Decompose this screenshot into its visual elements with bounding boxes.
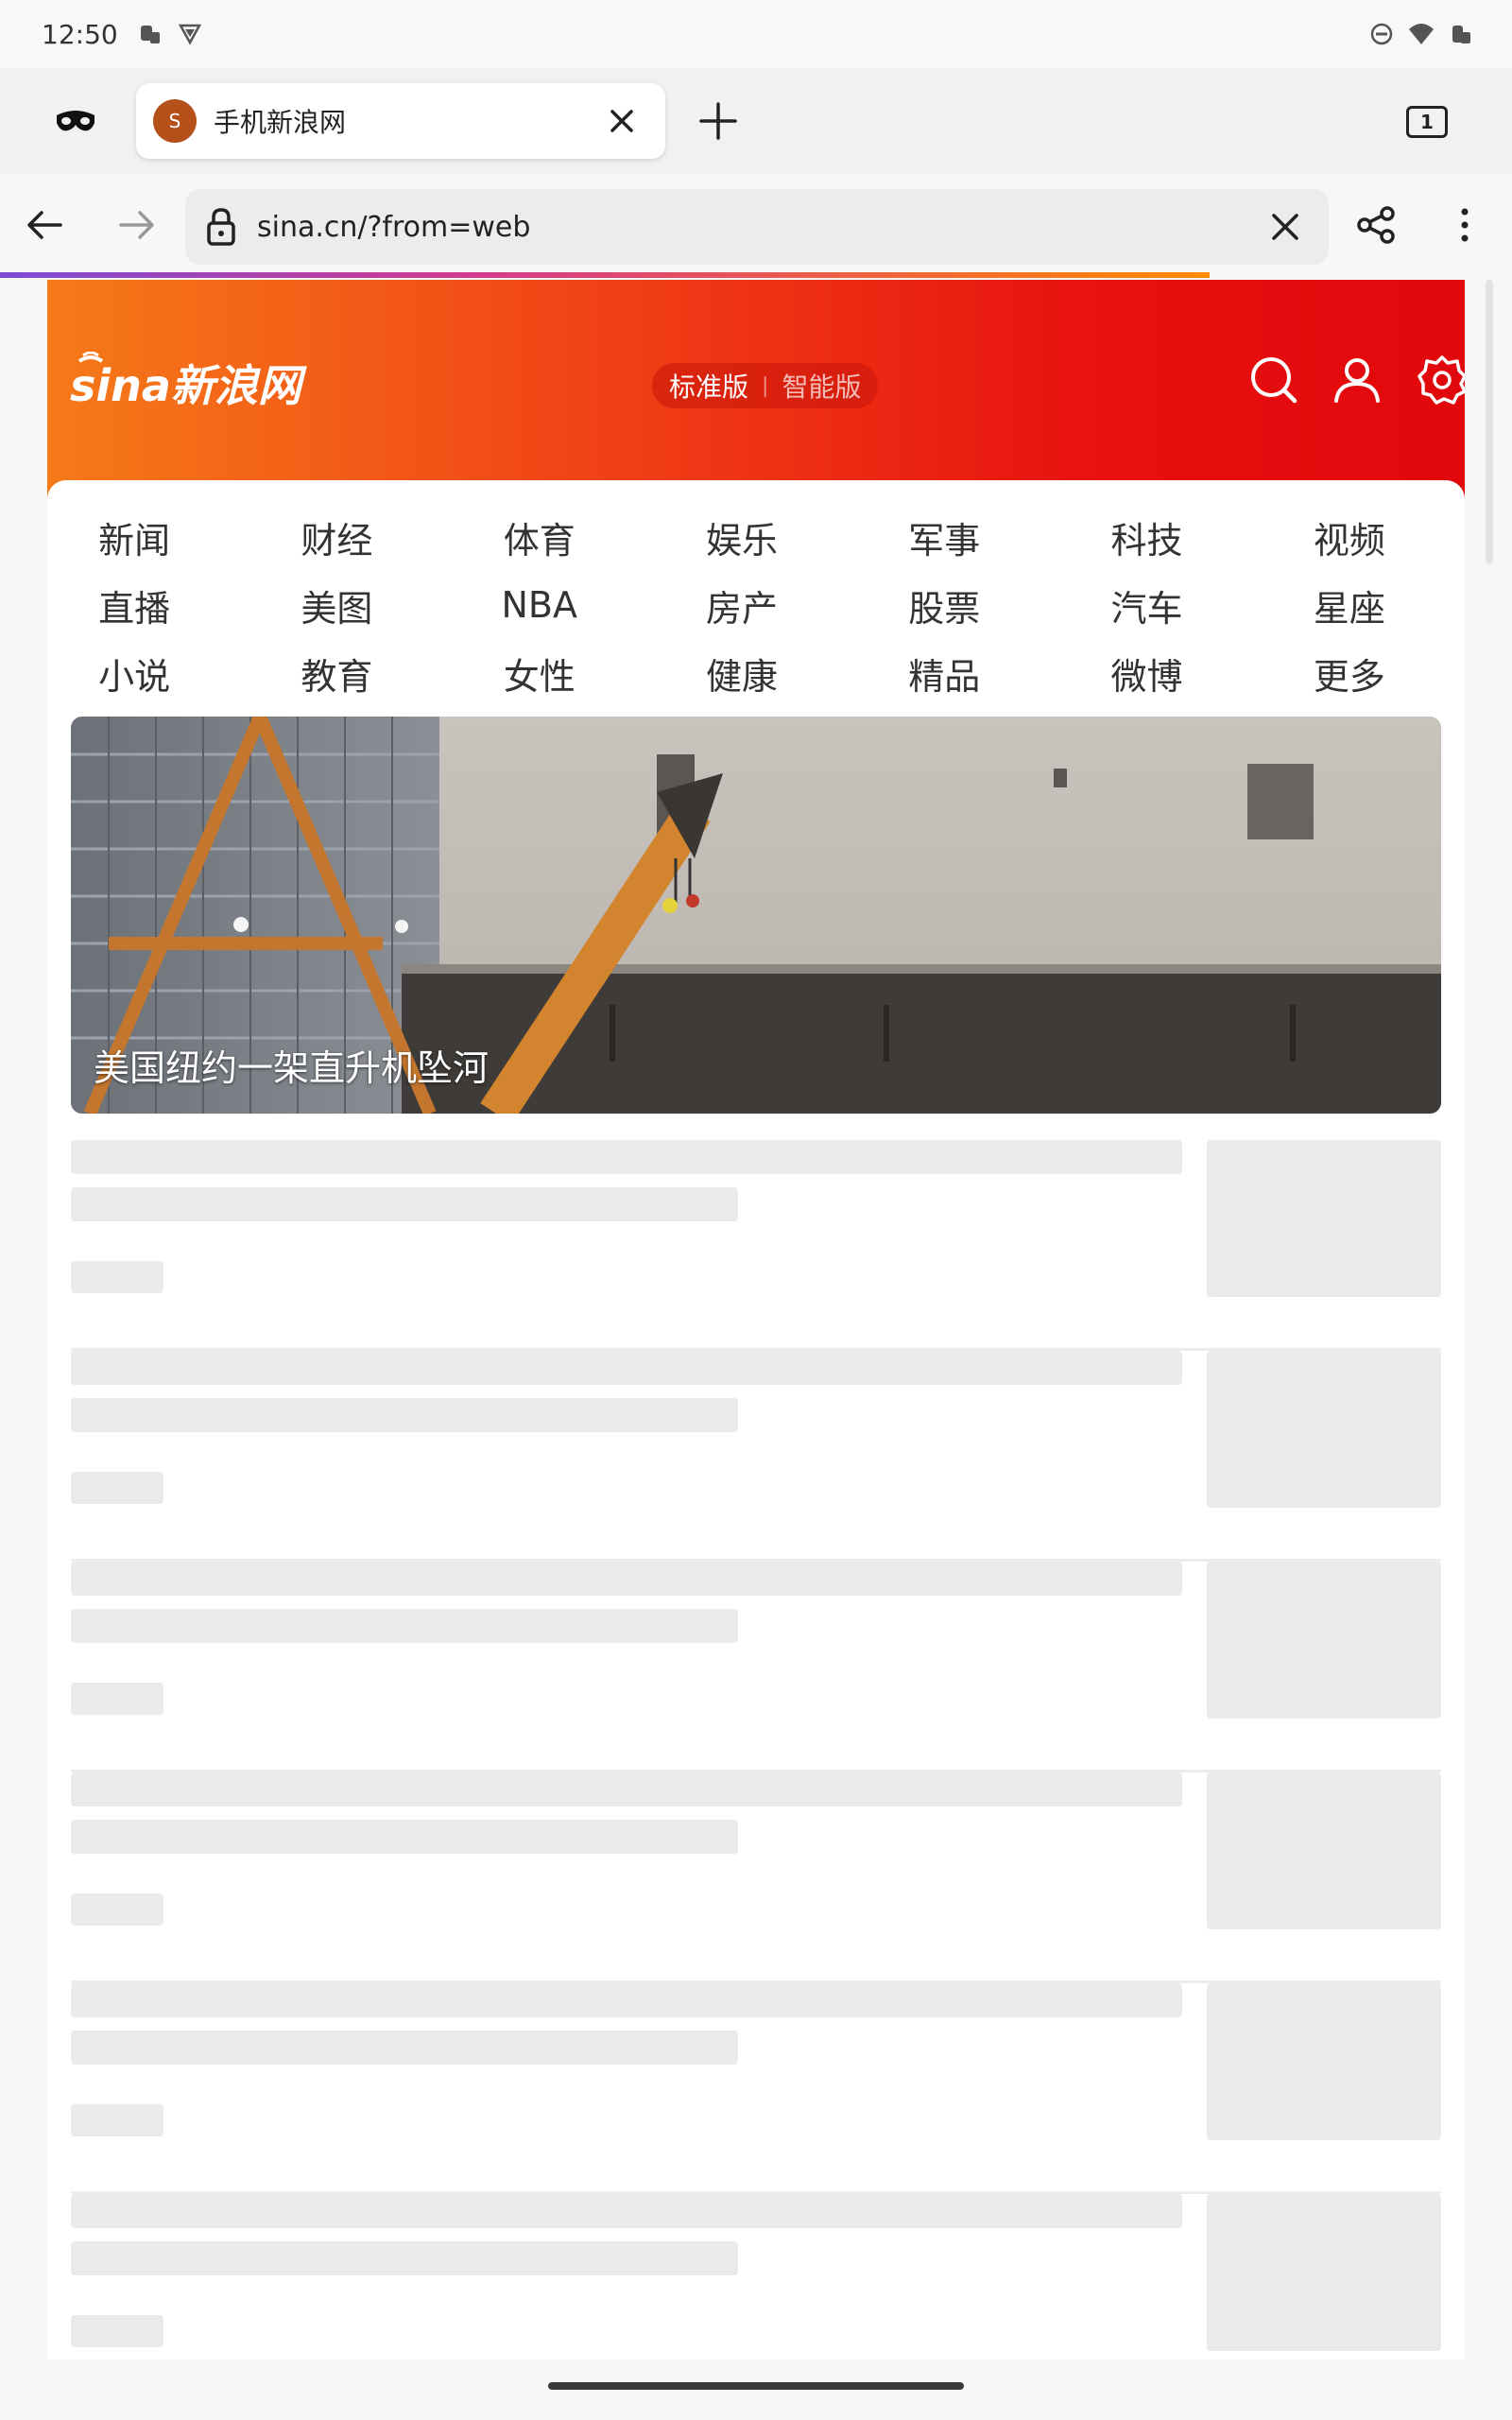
nav-item[interactable]: 美图: [249, 571, 452, 639]
tab-switcher-button[interactable]: 1: [1406, 106, 1448, 138]
home-gesture-handle[interactable]: [548, 2382, 964, 2390]
standard-version-tab[interactable]: 标准版: [669, 367, 748, 405]
news-item-placeholder: [71, 1983, 1441, 2194]
nav-item[interactable]: 房产: [655, 571, 857, 639]
skeleton-line2: [71, 1187, 738, 1221]
nav-item[interactable]: 微博: [1059, 639, 1262, 707]
skeleton-line2: [71, 2241, 738, 2275]
settings-gear-icon[interactable]: [1416, 354, 1465, 406]
skeleton-thumb: [1207, 1562, 1441, 1719]
nav-item[interactable]: 小说: [47, 639, 249, 707]
hero-caption[interactable]: 美国纽约一架直升机坠河: [94, 1039, 489, 1091]
skeleton-line1: [71, 1562, 1182, 1596]
skeleton-line2: [71, 2031, 738, 2065]
skeleton-thumb: [1207, 2194, 1441, 2351]
nav-item[interactable]: 更多: [1263, 639, 1465, 707]
skeleton-line1: [71, 1351, 1182, 1385]
nav-item[interactable]: 直播: [47, 571, 249, 639]
browser-toolbar: sina.cn/?from=web: [0, 174, 1512, 276]
tab-title: 手机新浪网: [214, 107, 347, 138]
skeleton-line2: [71, 1820, 738, 1854]
tab-active[interactable]: S 手机新浪网: [136, 83, 665, 159]
user-icon[interactable]: [1331, 354, 1383, 406]
nav-item[interactable]: 女性: [453, 639, 655, 707]
tab-close-icon[interactable]: [605, 104, 639, 138]
nav-item[interactable]: 科技: [1059, 503, 1262, 571]
skeleton-line1: [71, 2194, 1182, 2228]
lock-icon[interactable]: [202, 206, 240, 248]
hero-news-card[interactable]: 美国纽约一架直升机坠河: [71, 717, 1441, 1114]
skeleton-thumb: [1207, 1140, 1441, 1297]
notification-icon: [137, 21, 163, 47]
nav-item[interactable]: 娱乐: [655, 503, 857, 571]
news-item-placeholder: [71, 1351, 1441, 1562]
vpn-shield-icon: [177, 21, 203, 47]
skeleton-line1: [71, 1140, 1182, 1174]
webpage-content: sina新浪网 标准版 | 智能版 新闻 财经 体育 娱乐 军事 科技 视频直播 美图 NBA 房…: [47, 280, 1465, 2360]
skeleton-line2: [71, 1398, 738, 1432]
nav-item[interactable]: 星座: [1263, 571, 1465, 639]
do-not-disturb-icon: [1368, 21, 1395, 47]
nav-item[interactable]: 股票: [857, 571, 1059, 639]
news-item-placeholder: [71, 1140, 1441, 1351]
nav-item[interactable]: 军事: [857, 503, 1059, 571]
page-load-progress-bar: [0, 272, 1210, 278]
clear-url-icon[interactable]: [1266, 208, 1304, 246]
address-bar[interactable]: sina.cn/?from=web: [185, 189, 1329, 265]
skeleton-thumb: [1207, 1772, 1441, 1929]
skeleton-tag: [71, 1683, 163, 1715]
news-item-placeholder: [71, 1772, 1441, 1983]
skeleton-line1: [71, 1772, 1182, 1806]
nav-item[interactable]: 新闻: [47, 503, 249, 571]
version-separator: |: [762, 373, 769, 398]
nav-item[interactable]: 健康: [655, 639, 857, 707]
skeleton-thumb: [1207, 1983, 1441, 2140]
skeleton-thumb: [1207, 1351, 1441, 1508]
nav-item[interactable]: 汽车: [1059, 571, 1262, 639]
skeleton-line1: [71, 1983, 1182, 2017]
skeleton-tag: [71, 2315, 163, 2347]
new-tab-plus-icon[interactable]: [696, 98, 741, 144]
svg-text:sina新浪网: sina新浪网: [70, 360, 307, 411]
sina-logo[interactable]: sina新浪网: [70, 351, 316, 418]
news-item-placeholder: [71, 1562, 1441, 1772]
skeleton-tag: [71, 2104, 163, 2136]
site-favicon-icon: S: [153, 99, 197, 143]
tab-strip: S 手机新浪网 1: [0, 68, 1512, 174]
skeleton-line2: [71, 1609, 738, 1643]
status-time: 12:50: [42, 18, 118, 50]
nav-item[interactable]: 视频: [1263, 503, 1465, 571]
search-icon[interactable]: [1247, 354, 1300, 406]
share-icon[interactable]: [1353, 202, 1399, 248]
url-text[interactable]: sina.cn/?from=web: [257, 211, 530, 244]
category-nav: 新闻 财经 体育 娱乐 军事 科技 视频直播 美图 NBA 房产 股票 汽车 星座小说 教育 女性 健康 精品微…: [47, 480, 1465, 717]
skeleton-tag: [71, 1261, 163, 1293]
battery-icon: [1448, 21, 1474, 47]
back-arrow-icon[interactable]: [23, 202, 68, 248]
nav-item[interactable]: 教育: [249, 639, 452, 707]
skeleton-tag: [71, 1893, 163, 1926]
forward-arrow-icon[interactable]: [113, 202, 159, 248]
wifi-icon: [1408, 21, 1435, 47]
smart-version-tab[interactable]: 智能版: [782, 367, 861, 405]
status-bar: 12:50: [0, 0, 1512, 68]
system-nav-bar: [0, 2360, 1512, 2420]
overflow-menu-icon[interactable]: [1446, 202, 1484, 248]
nav-item[interactable]: 体育: [453, 503, 655, 571]
nav-item[interactable]: NBA: [453, 571, 655, 639]
skeleton-tag: [71, 1472, 163, 1504]
news-item-placeholder: [71, 2194, 1441, 2360]
nav-item[interactable]: 精品: [857, 639, 1059, 707]
version-switch[interactable]: 标准版 | 智能版: [652, 363, 879, 408]
page-scrollbar[interactable]: [1486, 280, 1493, 563]
incognito-icon[interactable]: [53, 102, 98, 140]
nav-item[interactable]: 财经: [249, 503, 452, 571]
